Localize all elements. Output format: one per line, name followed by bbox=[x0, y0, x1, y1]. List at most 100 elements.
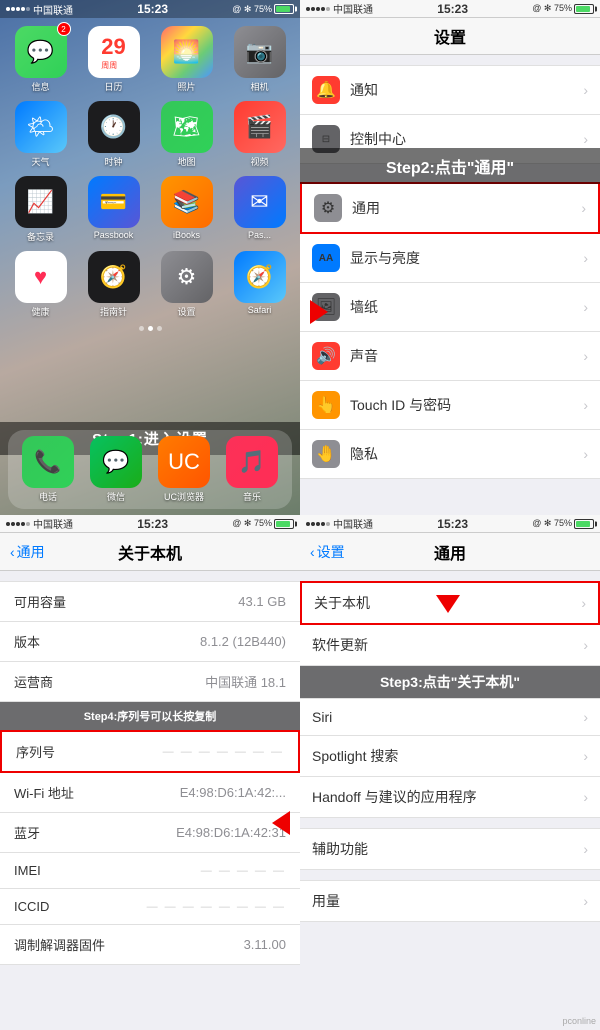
icon-row-3: 📈 备忘录 💳 Passbook 📚 iBooks ✉ Pas... bbox=[8, 172, 292, 247]
music-label: 音乐 bbox=[243, 490, 261, 503]
display-icon: AA bbox=[312, 244, 340, 272]
modem-label: 调制解调器固件 bbox=[14, 935, 105, 954]
carrier-value: 中国联通 18.1 bbox=[205, 672, 286, 691]
sound-label: 声音 bbox=[350, 346, 378, 366]
dock-music[interactable]: 🎵 音乐 bbox=[226, 436, 278, 503]
wifi-label: Wi-Fi 地址 bbox=[14, 783, 74, 802]
icon-row-2: 🌤 天气 🕐 时钟 🗺 地图 🎬 视频 bbox=[8, 97, 292, 172]
watermark: pconline bbox=[562, 1016, 596, 1026]
section-gap-q4-1 bbox=[300, 818, 600, 828]
general-software-update[interactable]: 软件更新 › bbox=[300, 625, 600, 666]
step2-text: Step2:点击"通用" bbox=[386, 160, 514, 177]
back-label-q4: 设置 bbox=[317, 542, 345, 562]
chevron-software: › bbox=[583, 637, 588, 653]
photos-icon: 🌅 bbox=[161, 26, 213, 78]
settings-touchid[interactable]: 👆 Touch ID 与密码 › bbox=[300, 381, 600, 430]
wechat-icon: 💬 bbox=[90, 436, 142, 488]
settings-display[interactable]: AA 显示与亮度 › bbox=[300, 234, 600, 283]
step3-overlay: Step3:点击"关于本机" bbox=[300, 666, 600, 698]
general-siri[interactable]: Siri › bbox=[300, 698, 600, 736]
about-label-q4: 关于本机 bbox=[314, 593, 370, 613]
general-accessibility[interactable]: 辅助功能 › bbox=[300, 828, 600, 870]
bt-label: 蓝牙 bbox=[14, 823, 40, 842]
status-bar-q2: 中国联通 15:23 @ ✻ 75% bbox=[300, 0, 600, 18]
battery-icon-q2 bbox=[574, 4, 594, 14]
status-icons-q1: @ ✻ 75% bbox=[232, 4, 272, 15]
chevron-icon-5: › bbox=[583, 299, 588, 315]
status-bar-q4: 中国联通 15:23 @ ✻ 75% bbox=[300, 515, 600, 533]
chevron-icon-4: › bbox=[583, 250, 588, 266]
section-gap-q4-0 bbox=[300, 571, 600, 581]
camera-label: 相机 bbox=[250, 80, 268, 93]
time-q1: 15:23 bbox=[137, 2, 168, 16]
uc-label: UC浏览器 bbox=[164, 490, 204, 503]
settings-section-2: ⚙ 通用 › AA 显示与亮度 › 🖼 墙纸 › 🔊 声音 › 👆 Touch … bbox=[300, 182, 600, 479]
chevron-siri: › bbox=[583, 709, 588, 725]
app-settings[interactable]: ⚙ 设置 bbox=[154, 251, 219, 318]
control-center-label: 控制中心 bbox=[350, 129, 406, 149]
notifications-label: 通知 bbox=[350, 80, 378, 100]
step3-text: Step3:点击"关于本机" bbox=[380, 674, 520, 690]
ibooks-label: iBooks bbox=[173, 230, 200, 240]
version-value: 8.1.2 (12B440) bbox=[200, 634, 286, 649]
settings-label: 设置 bbox=[177, 305, 195, 318]
software-update-label: 软件更新 bbox=[312, 635, 368, 655]
app-camera[interactable]: 📷 相机 bbox=[227, 26, 292, 93]
capacity-label: 可用容量 bbox=[14, 592, 66, 611]
weather-icon: 🌤 bbox=[15, 101, 67, 153]
safari-icon: 🧭 bbox=[234, 251, 286, 303]
app-clock[interactable]: 🕐 时钟 bbox=[81, 101, 146, 168]
dock-wechat[interactable]: 💬 微信 bbox=[90, 436, 142, 503]
imei-value: — — — — — bbox=[201, 865, 286, 877]
page-dot-2 bbox=[148, 326, 153, 331]
status-icons-q4: @ ✻ 75% bbox=[532, 518, 572, 529]
back-button-q4[interactable]: ‹ 设置 bbox=[310, 542, 345, 562]
app-messages[interactable]: 💬2 信息 bbox=[8, 26, 73, 93]
settings-title: 设置 bbox=[300, 18, 600, 55]
app-grid: 💬2 信息 29周周 日历 🌅 照片 📷 相机 🌤 bbox=[0, 18, 300, 339]
usage-label: 用量 bbox=[312, 891, 340, 911]
version-label: 版本 bbox=[14, 632, 40, 651]
settings-privacy[interactable]: 🤚 隐私 › bbox=[300, 430, 600, 479]
general-usage[interactable]: 用量 › bbox=[300, 880, 600, 922]
app-calendar[interactable]: 29周周 日历 bbox=[81, 26, 146, 93]
app-safari[interactable]: 🧭 Safari bbox=[227, 251, 292, 318]
phone-label: 电话 bbox=[39, 490, 57, 503]
back-button-q3[interactable]: ‹ 通用 bbox=[10, 542, 45, 562]
arrow-down-q4 bbox=[436, 595, 460, 613]
dock-phone[interactable]: 📞 电话 bbox=[22, 436, 74, 503]
about-serial[interactable]: 序列号 — — — — — — — bbox=[0, 730, 300, 773]
settings-notifications[interactable]: 🔔 通知 › bbox=[300, 65, 600, 115]
dock-uc[interactable]: UC UC浏览器 bbox=[158, 436, 210, 503]
app-ibooks[interactable]: 📚 iBooks bbox=[154, 176, 219, 243]
about-items-section: 可用容量 43.1 GB 版本 8.1.2 (12B440) 运营商 中国联通 … bbox=[0, 581, 300, 702]
settings-general[interactable]: ⚙ 通用 › bbox=[300, 182, 600, 234]
touchid-icon: 👆 bbox=[312, 391, 340, 419]
app-compass[interactable]: 🧭 指南针 bbox=[81, 251, 146, 318]
settings-wallpaper[interactable]: 🖼 墙纸 › bbox=[300, 283, 600, 332]
general-handoff[interactable]: Handoff 与建议的应用程序 › bbox=[300, 777, 600, 818]
clock-label: 时钟 bbox=[104, 155, 122, 168]
serial-label: 序列号 bbox=[16, 742, 55, 761]
app-pas[interactable]: ✉ Pas... bbox=[227, 176, 292, 243]
health-icon: ♥ bbox=[15, 251, 67, 303]
general-spotlight[interactable]: Spotlight 搜索 › bbox=[300, 736, 600, 777]
nav-title-q3: 关于本机 bbox=[118, 540, 182, 564]
status-bar-q3: 中国联通 15:23 @ ✻ 75% bbox=[0, 515, 300, 533]
app-stocks[interactable]: 📈 备忘录 bbox=[8, 176, 73, 243]
arrow-left-q3 bbox=[272, 811, 290, 835]
app-health[interactable]: ♥ 健康 bbox=[8, 251, 73, 318]
time-q2: 15:23 bbox=[437, 2, 468, 16]
app-videos[interactable]: 🎬 视频 bbox=[227, 101, 292, 168]
page-indicators bbox=[8, 322, 292, 335]
back-label-q3: 通用 bbox=[17, 542, 45, 562]
serial-value: — — — — — — — bbox=[163, 746, 284, 758]
notifications-icon: 🔔 bbox=[312, 76, 340, 104]
settings-sound[interactable]: 🔊 声音 › bbox=[300, 332, 600, 381]
about-version: 版本 8.1.2 (12B440) bbox=[0, 622, 300, 662]
app-maps[interactable]: 🗺 地图 bbox=[154, 101, 219, 168]
app-weather[interactable]: 🌤 天气 bbox=[8, 101, 73, 168]
uc-icon: UC bbox=[158, 436, 210, 488]
app-photos[interactable]: 🌅 照片 bbox=[154, 26, 219, 93]
app-passbook[interactable]: 💳 Passbook bbox=[81, 176, 146, 243]
